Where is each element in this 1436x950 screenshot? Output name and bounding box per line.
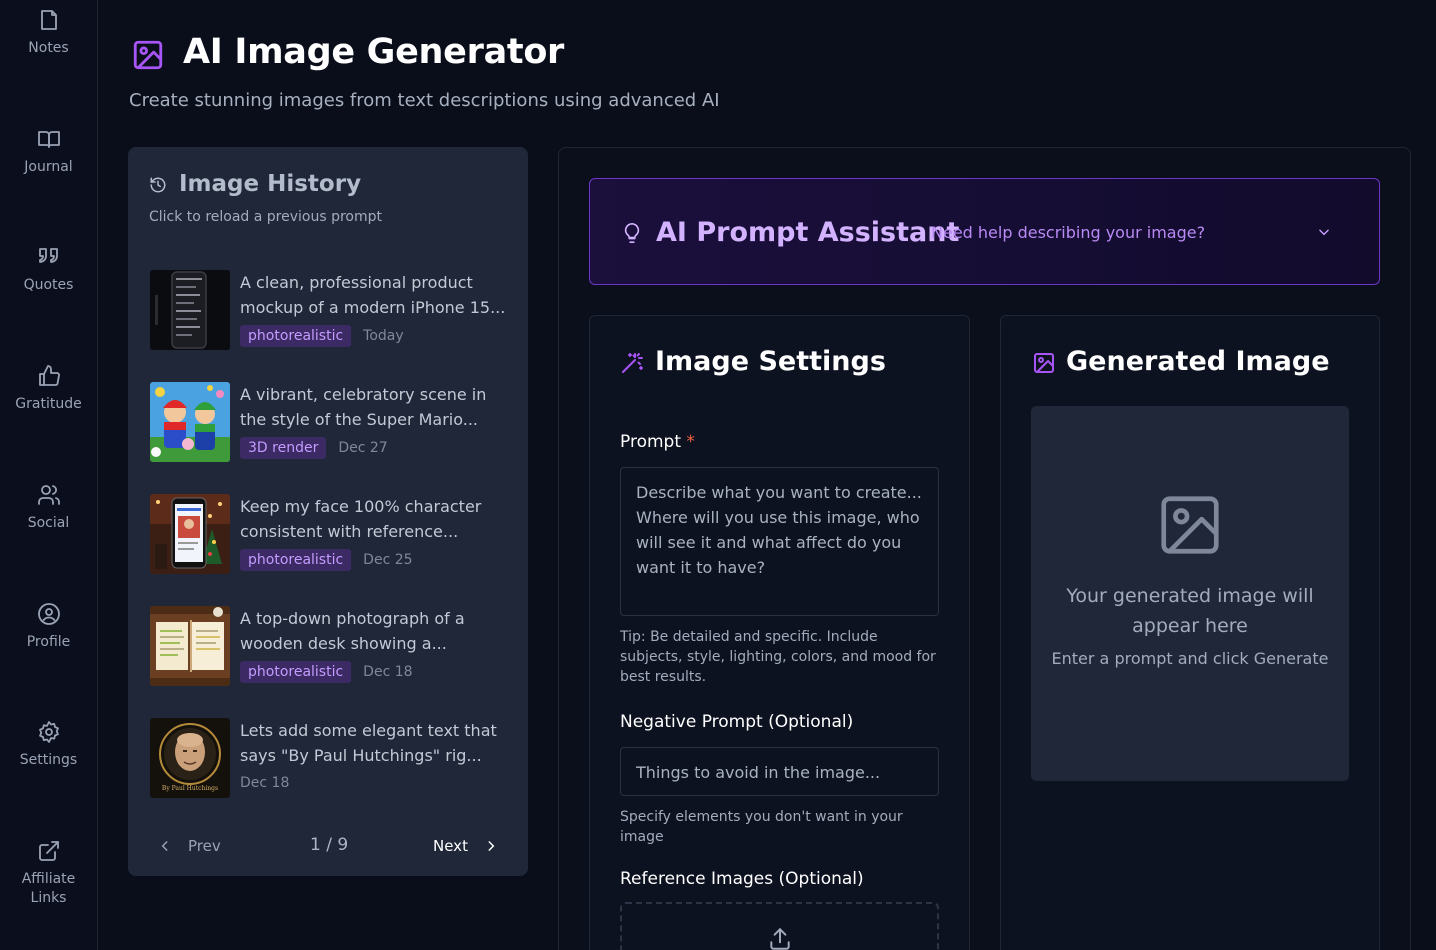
reference-images-label: Reference Images (Optional) — [620, 869, 864, 889]
next-page-button[interactable]: Next — [433, 837, 498, 855]
sidebar-item-label: Journal — [24, 159, 73, 175]
negative-prompt-label: Negative Prompt (Optional) — [620, 712, 854, 732]
history-item-date: Dec 27 — [338, 440, 388, 456]
generated-image-card: Generated Image Your generated image wil… — [1000, 315, 1380, 950]
history-item-date: Today — [363, 328, 404, 344]
sidebar-item-label: Gratitude — [15, 396, 82, 412]
placeholder-subtitle: Enter a prompt and click Generate — [1051, 649, 1329, 668]
page-subtitle: Create stunning images from text descrip… — [129, 90, 720, 111]
chevron-down-icon — [1319, 229, 1329, 236]
history-item[interactable]: A vibrant, celebratory scene in the styl… — [150, 382, 510, 464]
assistant-subtitle: Need help describing your image? — [931, 223, 1206, 242]
reference-image-dropzone[interactable] — [620, 902, 939, 950]
sidebar-item-social[interactable]: Social — [0, 483, 97, 533]
users-icon — [37, 485, 60, 505]
sidebar-item-notes[interactable]: Notes — [0, 8, 97, 58]
prompt-label: Prompt * — [620, 432, 695, 452]
lightbulb-icon — [624, 223, 640, 243]
sidebar-item-label: Settings — [19, 752, 78, 768]
prompt-tip: Tip: Be detailed and specific. Include s… — [620, 629, 936, 685]
image-settings-card: Image Settings Prompt * Describe what yo… — [589, 315, 970, 950]
negative-prompt-input[interactable]: Things to avoid in the image... — [620, 747, 939, 796]
style-tag: photorealistic — [240, 661, 352, 683]
upload-icon — [770, 927, 790, 950]
thumbs-up-icon — [38, 365, 60, 386]
history-item-text: Lets add some elegant text that says "By… — [240, 721, 497, 765]
magic-wand-icon — [622, 353, 643, 373]
history-thumbnail — [150, 382, 230, 462]
history-thumbnail: By Paul Hutchings — [150, 718, 230, 798]
sidebar-item-label: Notes — [28, 40, 69, 56]
sidebar-item-label: Social — [27, 515, 70, 531]
history-item-date: Dec 18 — [240, 775, 290, 791]
image-icon — [133, 40, 163, 70]
sidebar-item-label: Profile — [26, 634, 71, 650]
history-thumbnail — [150, 606, 230, 686]
sidebar-item-gratitude[interactable]: Gratitude — [0, 364, 97, 414]
sidebar-item-label: Quotes — [23, 277, 74, 293]
sidebar-item-quotes[interactable]: Quotes — [0, 245, 97, 295]
history-item[interactable]: A clean, professional product mockup of … — [150, 270, 510, 352]
history-title: Image History — [179, 171, 362, 197]
image-placeholder-icon — [1161, 496, 1219, 554]
sidebar: Notes Journal Quotes Gratitude Social Pr… — [0, 0, 98, 950]
book-icon — [37, 131, 60, 148]
history-item-text: Keep my face 100% character consistent w… — [240, 497, 482, 541]
settings-title: Image Settings — [655, 346, 886, 377]
sidebar-item-label: Affiliate Links — [21, 871, 76, 906]
history-thumbnail — [150, 270, 230, 350]
placeholder-title: Your generated image will appear here — [1066, 585, 1314, 637]
prev-page-button[interactable]: Prev — [158, 837, 221, 855]
history-item[interactable]: By Paul Hutchings Lets add some elegant … — [150, 718, 510, 800]
history-item-text: A vibrant, celebratory scene in the styl… — [240, 385, 487, 429]
sidebar-item-journal[interactable]: Journal — [0, 127, 97, 177]
prompt-assistant-toggle[interactable]: AI Prompt Assistant Need help describing… — [589, 178, 1380, 285]
style-tag: photorealistic — [240, 325, 352, 347]
chevron-left-icon — [161, 841, 168, 851]
sidebar-item-settings[interactable]: Settings — [0, 720, 97, 770]
history-item-text: A clean, professional product mockup of … — [240, 273, 506, 317]
image-history-panel: Image History Click to reload a previous… — [128, 147, 528, 876]
history-item[interactable]: A top-down photograph of a wooden desk s… — [150, 606, 510, 688]
page-indicator: 1 / 9 — [310, 835, 349, 855]
quote-icon — [38, 248, 58, 263]
page-title: AI Image Generator — [183, 32, 565, 72]
note-icon — [40, 10, 57, 30]
style-tag: 3D render — [240, 437, 327, 459]
generated-image-placeholder: Your generated image will appear here En… — [1031, 406, 1349, 781]
external-link-icon — [38, 841, 59, 861]
prompt-label-text: Prompt — [620, 432, 681, 452]
negative-prompt-hint: Specify elements you don't want in your … — [620, 809, 903, 845]
history-icon — [150, 177, 166, 193]
sidebar-item-profile[interactable]: Profile — [0, 602, 97, 652]
prompt-textarea[interactable]: Describe what you want to create... Wher… — [620, 467, 939, 616]
history-subtitle: Click to reload a previous prompt — [149, 209, 382, 225]
gear-icon — [38, 721, 59, 743]
generated-title: Generated Image — [1066, 346, 1330, 377]
required-mark: * — [686, 432, 695, 452]
user-circle-icon — [37, 603, 60, 625]
history-thumbnail — [150, 494, 230, 574]
image-icon — [1034, 353, 1054, 373]
history-item-date: Dec 25 — [363, 552, 413, 568]
sidebar-item-affiliate-links[interactable]: Affiliate Links — [0, 839, 97, 908]
history-item[interactable]: Keep my face 100% character consistent w… — [150, 494, 510, 576]
prev-label: Prev — [188, 837, 221, 855]
assistant-title: AI Prompt Assistant — [656, 217, 960, 248]
style-tag: photorealistic — [240, 549, 352, 571]
history-item-text: A top-down photograph of a wooden desk s… — [240, 609, 465, 653]
history-item-date: Dec 18 — [363, 664, 413, 680]
thumbnail-caption: By Paul Hutchings — [161, 785, 219, 792]
chevron-right-icon — [488, 841, 495, 851]
next-label: Next — [433, 837, 468, 855]
